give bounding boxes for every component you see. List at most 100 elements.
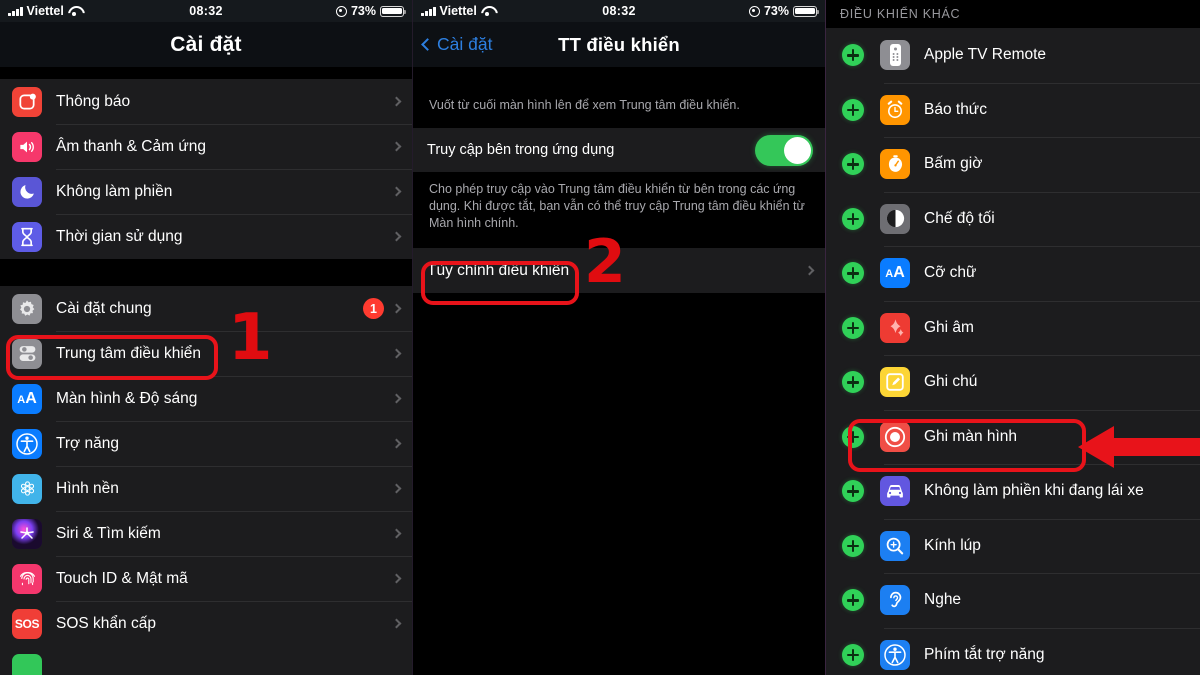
timer-icon xyxy=(880,149,910,180)
rotation-lock-icon xyxy=(335,5,347,17)
table-row-label: Trợ năng xyxy=(56,434,120,452)
chevron-right-icon xyxy=(391,96,402,107)
more-control-row[interactable]: AA Cỡ chữ xyxy=(826,246,1200,301)
table-row-partial[interactable] xyxy=(0,646,412,675)
more-control-row[interactable]: Không làm phiền khi đang lái xe xyxy=(826,464,1200,519)
table-row[interactable]: SOS SOS khẩn cấp xyxy=(0,601,412,646)
status-bar-right-group-2: 73% xyxy=(748,4,820,18)
left-pointing-arrow-icon xyxy=(1078,426,1200,468)
add-control-button[interactable] xyxy=(842,589,864,612)
app-store-icon xyxy=(12,653,42,675)
status-bar-left: Viettel 08:32 73% xyxy=(0,0,412,22)
chevron-right-icon xyxy=(391,141,402,152)
table-row[interactable]: Không làm phiền xyxy=(0,169,412,214)
table-row[interactable]: Trợ năng xyxy=(0,421,412,466)
add-control-button[interactable] xyxy=(842,425,864,448)
chevron-right-icon xyxy=(391,618,402,629)
accessibility-shortcut-icon xyxy=(880,639,910,670)
table-row-label: Cài đặt chung xyxy=(56,299,152,317)
chevron-left-icon xyxy=(421,38,434,51)
table-row-label: SOS khẩn cấp xyxy=(56,614,156,632)
add-control-button[interactable] xyxy=(842,371,864,394)
chevron-right-icon xyxy=(391,573,402,584)
add-control-button[interactable] xyxy=(842,316,864,339)
more-controls-list: Apple TV Remote Báo thức Bấm giờ Chế độ tối… xyxy=(826,28,1200,675)
more-control-label: Cỡ chữ xyxy=(924,264,977,282)
table-row[interactable]: Thông báo xyxy=(0,79,412,124)
back-button[interactable]: Cài đặt xyxy=(413,34,492,55)
touch-id-icon xyxy=(12,563,42,594)
add-control-button[interactable] xyxy=(842,44,864,67)
more-control-row[interactable]: Ghi chú xyxy=(826,355,1200,410)
table-row-accessory xyxy=(391,573,412,584)
screenshot-stage: Viettel 08:32 73% Cài đặt Thông báo Âm th… xyxy=(0,0,1200,675)
screen-time-icon xyxy=(12,221,42,252)
dnd-while-driving-icon xyxy=(880,476,910,507)
rotation-lock-icon xyxy=(748,5,760,17)
add-control-button[interactable] xyxy=(842,643,864,666)
more-control-label: Ghi âm xyxy=(924,318,974,336)
back-button-label: Cài đặt xyxy=(437,34,493,54)
settings-group-notifications: Thông báo Âm thanh & Cảm ứng Không làm phi… xyxy=(0,79,412,259)
more-control-row[interactable]: Kính lúp xyxy=(826,518,1200,573)
table-row-accessory xyxy=(391,348,412,359)
table-row[interactable]: Âm thanh & Cảm ứng xyxy=(0,124,412,169)
more-control-row[interactable]: Apple TV Remote xyxy=(826,28,1200,83)
notifications-icon xyxy=(12,86,42,117)
more-control-row[interactable]: Ghi âm xyxy=(826,300,1200,355)
in-app-access-row[interactable]: Truy cập bên trong ứng dụng xyxy=(413,128,825,172)
add-control-button[interactable] xyxy=(842,480,864,503)
more-control-label: Ghi chú xyxy=(924,373,978,391)
magnifier-icon xyxy=(880,530,910,561)
table-row[interactable]: Touch ID & Mật mã xyxy=(0,556,412,601)
more-control-row[interactable]: Báo thức xyxy=(826,82,1200,137)
chevron-right-icon xyxy=(391,303,402,314)
table-row[interactable]: Cài đặt chung 1 xyxy=(0,286,412,331)
table-row[interactable]: Trung tâm điều khiển xyxy=(0,331,412,376)
add-control-button[interactable] xyxy=(842,153,864,176)
more-control-label: Không làm phiền khi đang lái xe xyxy=(924,482,1144,500)
more-control-label: Bấm giờ xyxy=(924,155,983,173)
add-control-button[interactable] xyxy=(842,207,864,230)
more-control-row[interactable]: Bấm giờ xyxy=(826,137,1200,192)
table-row[interactable]: Siri & Tìm kiếm xyxy=(0,511,412,556)
add-control-button[interactable] xyxy=(842,262,864,285)
table-row-label: Thông báo xyxy=(56,92,131,110)
battery-icon xyxy=(380,5,407,17)
chevron-right-icon xyxy=(391,348,402,359)
table-row-accessory: 1 xyxy=(363,298,412,319)
in-app-access-toggle[interactable] xyxy=(755,134,813,166)
table-row-accessory xyxy=(391,96,412,107)
do-not-disturb-icon xyxy=(12,176,42,207)
dark-mode-icon xyxy=(880,203,910,234)
general-gear-icon xyxy=(12,293,42,324)
add-control-button[interactable] xyxy=(842,534,864,557)
more-control-label: Nghe xyxy=(924,591,962,609)
chevron-right-icon xyxy=(391,231,402,242)
more-control-row[interactable]: Phím tắt trợ năng xyxy=(826,627,1200,675)
settings-group-general: Cài đặt chung 1 Trung tâm điều khiển AA Màn … xyxy=(0,286,412,646)
battery-percent-label: 73% xyxy=(350,4,376,18)
chevron-right-icon xyxy=(391,438,402,449)
table-row-label: Màn hình & Độ sáng xyxy=(56,389,198,407)
annotation-step-1: 1 xyxy=(228,301,273,375)
chevron-right-icon xyxy=(391,528,402,539)
table-row[interactable]: AA Màn hình & Độ sáng xyxy=(0,376,412,421)
more-control-row[interactable]: Nghe xyxy=(826,573,1200,628)
table-row-accessory xyxy=(391,618,412,629)
in-app-access-label: Truy cập bên trong ứng dụng xyxy=(427,142,615,158)
more-control-label: Apple TV Remote xyxy=(924,46,1047,64)
control-center-settings-panel: Viettel 08:32 73% Cài đặt TT điều khiển … xyxy=(412,0,826,675)
more-control-row[interactable]: Chế độ tối xyxy=(826,191,1200,246)
control-center-icon xyxy=(12,338,42,369)
more-control-label: Chế độ tối xyxy=(924,209,995,227)
status-bar-right-group: 73% xyxy=(335,4,407,18)
list-gap-top xyxy=(0,67,412,79)
add-control-button[interactable] xyxy=(842,98,864,121)
nav-spacer xyxy=(413,67,825,97)
table-row-label: Touch ID & Mật mã xyxy=(56,569,188,587)
table-row[interactable]: Hình nền xyxy=(0,466,412,511)
table-row[interactable]: Thời gian sử dụng xyxy=(0,214,412,259)
list-gap-middle xyxy=(0,259,412,286)
more-control-label: Phím tắt trợ năng xyxy=(924,645,1045,663)
